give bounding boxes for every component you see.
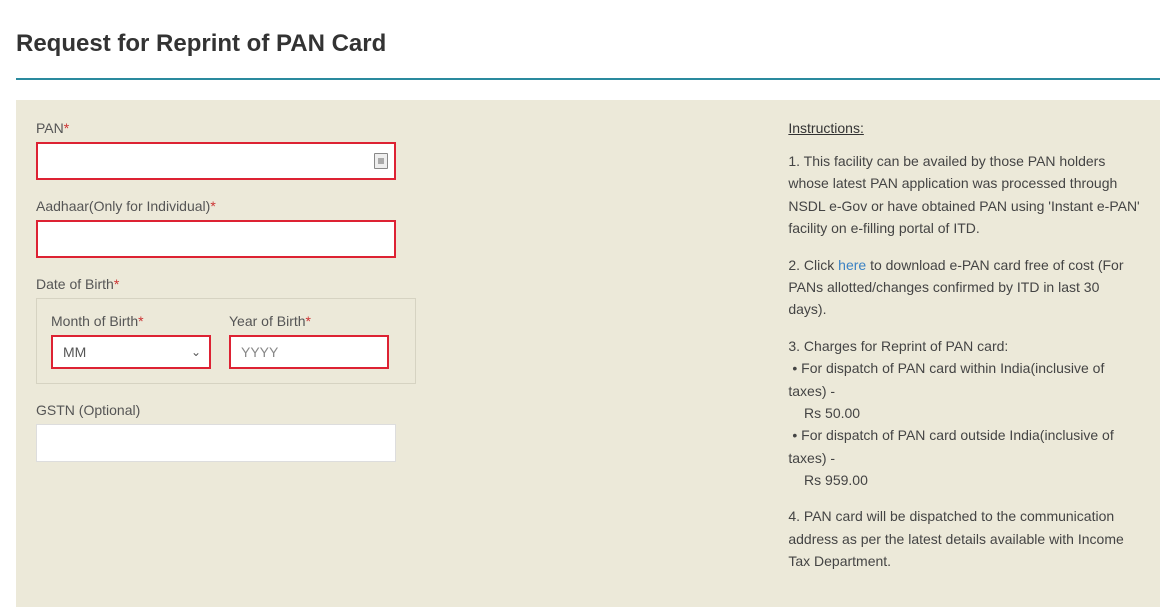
- instructions-header-colon: :: [860, 120, 864, 136]
- dob-box: Month of Birth* MM ⌄ Year of Birth*: [36, 298, 416, 384]
- required-mark: *: [64, 120, 69, 136]
- pan-input[interactable]: [36, 142, 396, 180]
- instruction-3b-amt: Rs 959.00: [788, 472, 868, 488]
- divider: [16, 78, 1160, 80]
- aadhaar-label-text: Aadhaar(Only for Individual): [36, 198, 210, 214]
- gstn-label: GSTN (Optional): [36, 402, 778, 418]
- autofill-icon: [374, 153, 388, 169]
- instructions-header-text: Instructions: [788, 120, 860, 136]
- required-mark: *: [306, 313, 311, 329]
- pan-label: PAN*: [36, 120, 778, 136]
- instructions-header: Instructions:: [788, 120, 1140, 136]
- month-select[interactable]: MM: [51, 335, 211, 369]
- required-mark: *: [210, 198, 215, 214]
- download-link[interactable]: here: [838, 257, 866, 273]
- aadhaar-input[interactable]: [36, 220, 396, 258]
- year-label: Year of Birth*: [229, 313, 389, 329]
- aadhaar-label: Aadhaar(Only for Individual)*: [36, 198, 778, 214]
- required-mark: *: [114, 276, 119, 292]
- month-label: Month of Birth*: [51, 313, 211, 329]
- dob-group: Date of Birth* Month of Birth* MM ⌄: [36, 276, 778, 384]
- month-label-text: Month of Birth: [51, 313, 138, 329]
- aadhaar-group: Aadhaar(Only for Individual)*: [36, 198, 778, 258]
- form-column: PAN* Aadhaar(Only for Individual)* Date …: [36, 120, 778, 587]
- instruction-2: 2. Click here to download e-PAN card fre…: [788, 254, 1140, 321]
- instruction-3b: • For dispatch of PAN card outside India…: [788, 427, 1113, 465]
- instructions-column: Instructions: 1. This facility can be av…: [778, 120, 1140, 587]
- instruction-2a: 2. Click: [788, 257, 838, 273]
- year-input[interactable]: [229, 335, 389, 369]
- dob-label: Date of Birth*: [36, 276, 778, 292]
- year-label-text: Year of Birth: [229, 313, 306, 329]
- instruction-3: 3. Charges for Reprint of PAN card: • Fo…: [788, 335, 1140, 492]
- instruction-3a: • For dispatch of PAN card within India(…: [788, 360, 1104, 398]
- page-title: Request for Reprint of PAN Card: [0, 0, 1176, 78]
- year-col: Year of Birth*: [229, 313, 389, 369]
- instruction-1: 1. This facility can be availed by those…: [788, 150, 1140, 240]
- dob-label-text: Date of Birth: [36, 276, 114, 292]
- main-panel: PAN* Aadhaar(Only for Individual)* Date …: [16, 100, 1160, 607]
- pan-group: PAN*: [36, 120, 778, 180]
- instruction-3-text: 3. Charges for Reprint of PAN card:: [788, 338, 1008, 354]
- gstn-group: GSTN (Optional): [36, 402, 778, 462]
- instruction-4: 4. PAN card will be dispatched to the co…: [788, 505, 1140, 572]
- month-col: Month of Birth* MM ⌄: [51, 313, 211, 369]
- pan-label-text: PAN: [36, 120, 64, 136]
- month-select-wrap: MM ⌄: [51, 335, 211, 369]
- required-mark: *: [138, 313, 143, 329]
- gstn-input[interactable]: [36, 424, 396, 462]
- pan-input-wrap: [36, 142, 396, 180]
- instruction-3a-amt: Rs 50.00: [788, 405, 860, 421]
